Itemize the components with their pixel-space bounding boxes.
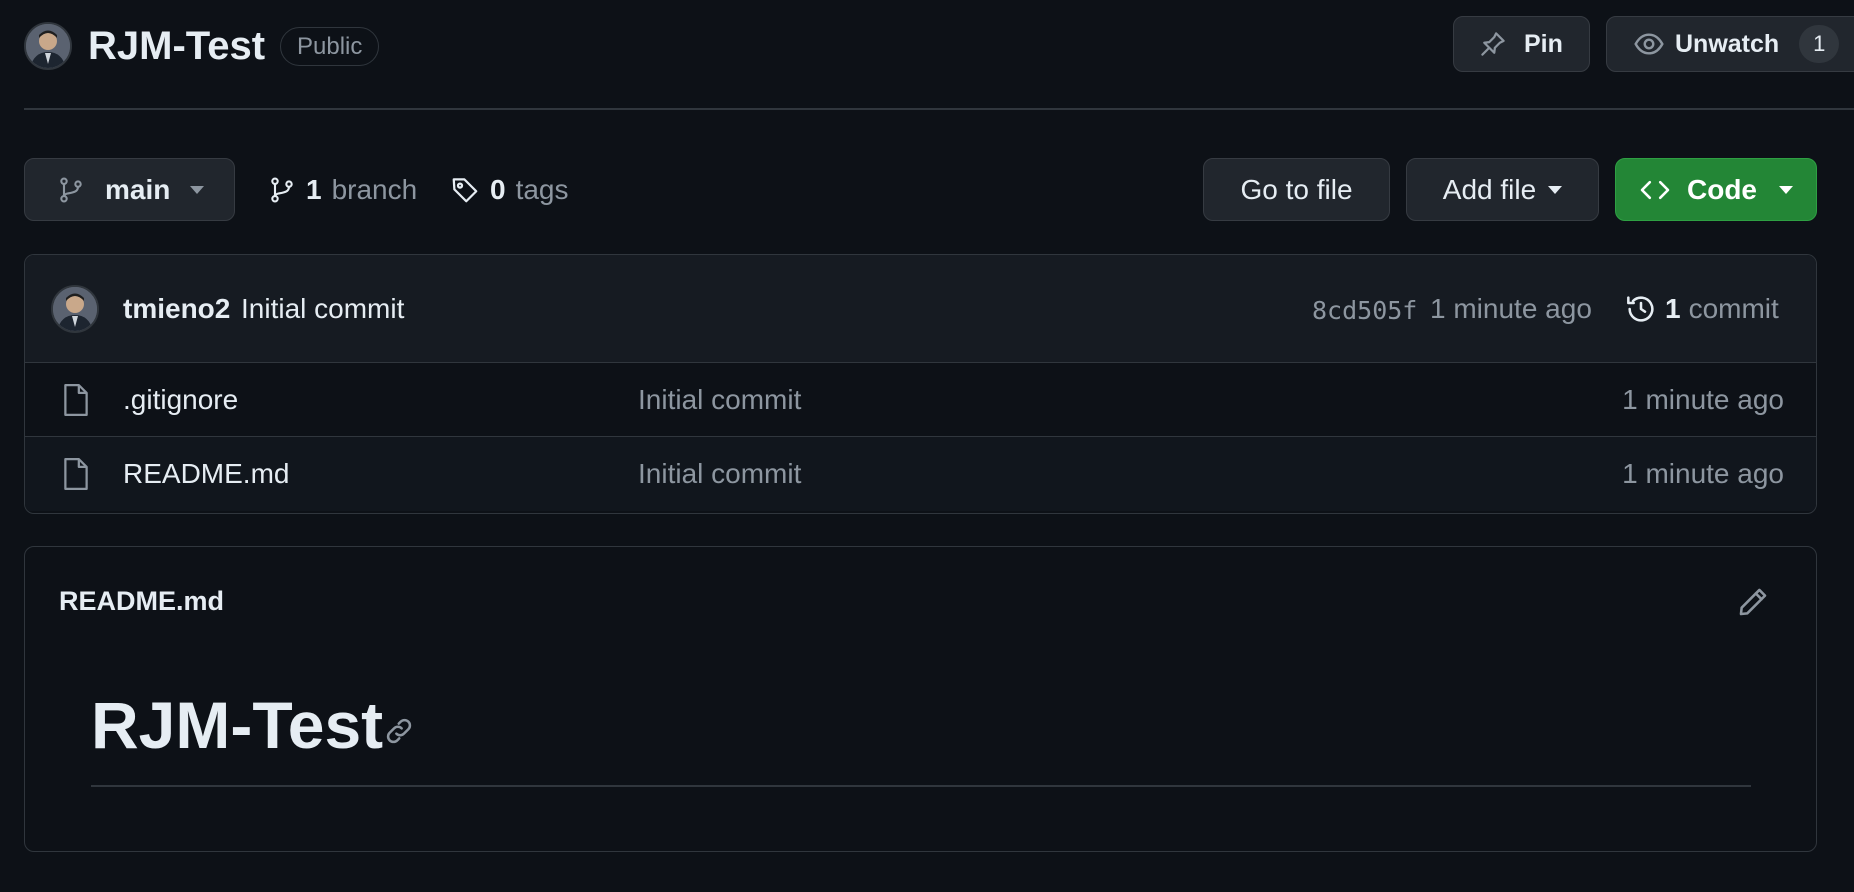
heading-anchor-link[interactable] bbox=[383, 715, 415, 747]
table-row: .gitignore Initial commit 1 minute ago bbox=[25, 363, 1816, 437]
code-label: Code bbox=[1687, 173, 1757, 205]
file-icon bbox=[61, 383, 91, 417]
owner-avatar[interactable] bbox=[24, 22, 72, 70]
readme-panel: README.md RJM-Test bbox=[24, 546, 1817, 852]
chevron-down-icon bbox=[1548, 185, 1563, 194]
header-divider bbox=[24, 108, 1854, 110]
chevron-down-icon bbox=[190, 185, 205, 194]
add-file-label: Add file bbox=[1442, 173, 1537, 205]
tag-icon bbox=[450, 175, 480, 205]
pin-label: Pin bbox=[1524, 29, 1563, 58]
commit-history-link[interactable]: 1 commit bbox=[1625, 289, 1779, 329]
unwatch-label: Unwatch bbox=[1675, 29, 1780, 58]
file-commit-message[interactable]: Initial commit bbox=[638, 380, 801, 420]
commit-sha[interactable]: 8cd505f bbox=[1312, 291, 1417, 331]
watch-count: 1 bbox=[1799, 25, 1840, 63]
chevron-down-icon bbox=[1779, 185, 1793, 194]
commit-message[interactable]: Initial commit bbox=[241, 289, 404, 329]
link-icon bbox=[383, 715, 415, 747]
file-name[interactable]: README.md bbox=[123, 454, 289, 494]
code-icon bbox=[1639, 177, 1671, 203]
readme-label[interactable]: README.md bbox=[59, 581, 224, 621]
file-icon bbox=[61, 457, 91, 491]
file-commit-time: 1 minute ago bbox=[1622, 458, 1784, 489]
pin-icon bbox=[1478, 29, 1508, 59]
commit-word: commit bbox=[1688, 293, 1779, 324]
code-button[interactable]: Code bbox=[1615, 158, 1817, 221]
git-branch-icon bbox=[57, 175, 85, 205]
go-to-file-button[interactable]: Go to file bbox=[1203, 158, 1390, 221]
git-branch-icon bbox=[268, 175, 296, 205]
unwatch-button[interactable]: Unwatch 1 bbox=[1606, 16, 1854, 72]
branch-name: main bbox=[105, 173, 171, 205]
repo-header: RJM-Test Public Pin Unwatch 1 bbox=[0, 0, 1854, 110]
file-name[interactable]: .gitignore bbox=[123, 380, 238, 420]
edit-readme-button[interactable] bbox=[1736, 585, 1770, 619]
branch-select-button[interactable]: main bbox=[24, 158, 235, 221]
add-file-button[interactable]: Add file bbox=[1406, 158, 1599, 221]
tag-word: tags bbox=[515, 173, 569, 205]
branch-count: 1 bbox=[306, 173, 322, 205]
branches-link[interactable]: 1 branch bbox=[268, 158, 417, 221]
visibility-badge: Public bbox=[280, 27, 380, 66]
readme-heading: RJM-Test bbox=[91, 688, 384, 762]
pin-button[interactable]: Pin bbox=[1453, 16, 1590, 72]
commit-author[interactable]: tmieno2 bbox=[123, 289, 230, 329]
tag-count: 0 bbox=[490, 173, 506, 205]
commit-count: 1 bbox=[1665, 293, 1681, 324]
file-commit-message[interactable]: Initial commit bbox=[638, 454, 801, 494]
author-avatar[interactable] bbox=[51, 285, 99, 333]
table-row: README.md Initial commit 1 minute ago bbox=[25, 437, 1816, 511]
branch-word: branch bbox=[331, 173, 418, 205]
heading-divider bbox=[91, 785, 1751, 787]
latest-commit-row: tmieno2 Initial commit 8cd505f 1 minute … bbox=[25, 255, 1816, 363]
tags-link[interactable]: 0 tags bbox=[450, 158, 569, 221]
history-icon bbox=[1625, 293, 1657, 325]
file-commit-time: 1 minute ago bbox=[1622, 384, 1784, 415]
eye-icon bbox=[1633, 28, 1665, 60]
pencil-icon bbox=[1736, 585, 1770, 619]
file-list: tmieno2 Initial commit 8cd505f 1 minute … bbox=[24, 254, 1817, 514]
repo-name[interactable]: RJM-Test bbox=[88, 22, 265, 70]
commit-time: 1 minute ago bbox=[1430, 293, 1592, 324]
